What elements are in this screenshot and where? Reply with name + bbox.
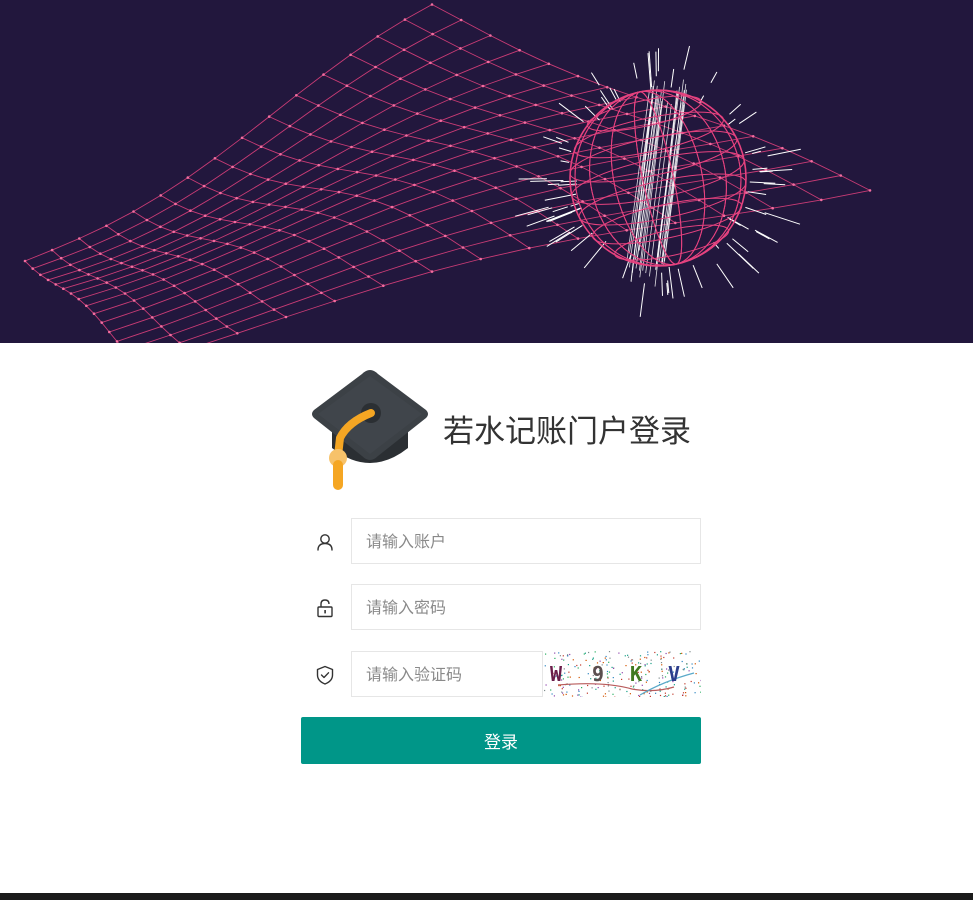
captcha-row: W9KV [301,651,701,699]
password-row [301,584,701,632]
wave-grid-illustration [23,3,872,343]
captcha-image[interactable]: W9KV [544,651,701,697]
hero-banner [0,0,973,343]
footer-bar [0,893,973,900]
brand-header: 若水记账门户登录 [308,366,708,496]
account-row [301,518,701,566]
shield-check-icon [316,665,334,685]
login-page: 若水记账门户登录 W9KV 登录 [0,0,973,900]
lock-icon [317,599,333,618]
captcha-input[interactable] [351,651,543,697]
page-title: 若水记账门户登录 [443,414,691,450]
account-input[interactable] [351,518,701,564]
captcha-text: W9KV [550,662,680,686]
graduation-cap-icon [312,370,428,490]
wave-grid [24,4,871,343]
user-icon [317,534,333,551]
login-button[interactable]: 登录 [301,717,701,764]
password-input[interactable] [351,584,701,630]
